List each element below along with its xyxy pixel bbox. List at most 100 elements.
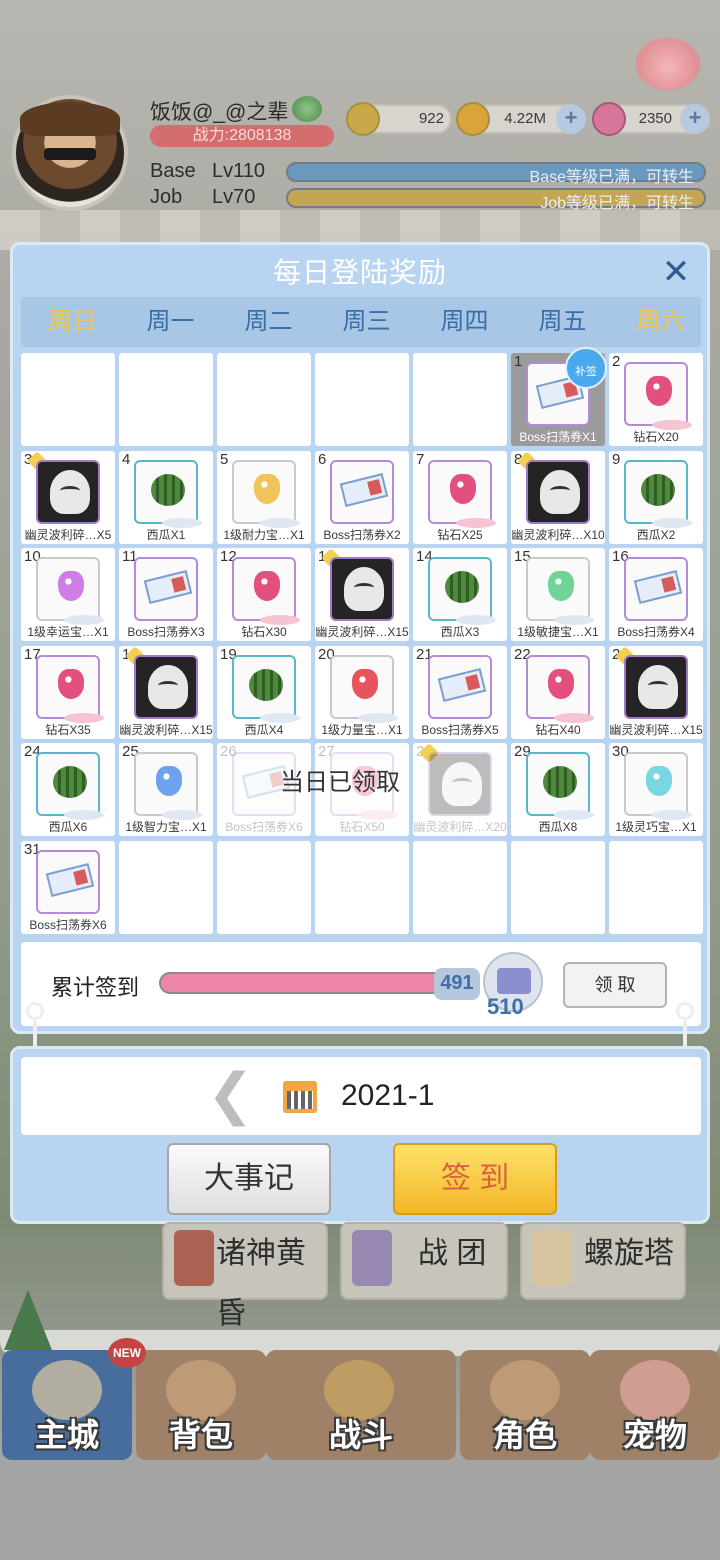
previous-month-icon[interactable]: ❮ [207, 1063, 254, 1125]
diamond-currency: 2350 + [592, 102, 710, 136]
nav-pet[interactable]: 宠物 [590, 1350, 720, 1460]
calendar-empty-cell [119, 841, 213, 934]
spiral-tower-button[interactable]: 螺旋塔 [520, 1222, 686, 1300]
accumulated-signin-panel: 累计签到 491 510 领 取 [21, 942, 701, 1026]
month-selector: ❮ 2021-1 [21, 1057, 701, 1135]
calendar-day-5[interactable]: 5 1级耐力宝…X1 [217, 450, 311, 544]
nav-backpack-label: 背包 [168, 1417, 233, 1453]
close-icon[interactable]: ✕ [659, 255, 693, 289]
add-diamond-button[interactable]: + [680, 104, 710, 134]
reward-label: 西瓜X1 [146, 527, 186, 542]
calendar-empty-cell [21, 353, 115, 446]
ghost-poring-icon [442, 762, 482, 807]
day-number: 1 [514, 353, 523, 370]
ragnarok-button[interactable]: 诸神黄昏 [162, 1222, 328, 1330]
weekday-tue: 周二 [244, 308, 293, 335]
nav-character[interactable]: 角色 [460, 1350, 590, 1460]
reward-item-frame [36, 752, 104, 821]
calendar-day-30[interactable]: 30 1级灵巧宝…X1 [609, 743, 703, 837]
calendar-day-10[interactable]: 10 1级幸运宝…X1 [21, 548, 115, 642]
calendar-empty-cell [119, 353, 213, 446]
ghost-poring-icon [638, 664, 678, 709]
base-level: Lv110 [212, 160, 266, 182]
nav-battle-label: 战斗 [328, 1417, 393, 1453]
calendar-day-19[interactable]: 19 西瓜X4 [217, 645, 311, 739]
gold-currency: 4.22M + [456, 102, 586, 136]
current-month: 2021-1 [341, 1079, 435, 1112]
reward-item-frame [134, 459, 202, 528]
month-panel: ❮ 2021-1 大事记 签 到 [10, 1046, 710, 1224]
calendar-day-28[interactable]: 28幽灵波利碎…X20 [413, 743, 507, 837]
reward-item-frame [624, 557, 688, 622]
history-button[interactable]: 大事记 [167, 1143, 331, 1215]
nav-main-city-label: 主城 [34, 1417, 99, 1453]
calendar-day-29[interactable]: 29 西瓜X8 [511, 743, 605, 837]
makeup-signin-badge[interactable]: 补签 [565, 347, 607, 389]
reward-label: 西瓜X2 [636, 527, 676, 542]
calendar-day-25[interactable]: 25 1级智力宝…X1 [119, 743, 213, 837]
calendar-day-16[interactable]: 16 Boss扫荡券X4 [609, 548, 703, 642]
new-badge: NEW [108, 1338, 146, 1368]
calendar-empty-cell [217, 353, 311, 446]
calendar-day-2[interactable]: 2 钻石X20 [609, 353, 703, 446]
reward-label: 1级幸运宝…X1 [27, 625, 109, 640]
reward-label: 1级力量宝…X1 [321, 722, 403, 737]
calendar-day-11[interactable]: 11 Boss扫荡券X3 [119, 548, 213, 642]
nav-character-label: 角色 [492, 1417, 557, 1453]
calendar-day-14[interactable]: 14 西瓜X3 [413, 548, 507, 642]
job-label: Job [150, 186, 183, 208]
banner-icon [174, 1230, 214, 1286]
nav-battle[interactable]: 战斗 [266, 1350, 456, 1460]
calendar-day-17[interactable]: 17 钻石X35 [21, 645, 115, 739]
calendar-day-8[interactable]: 8幽灵波利碎…X10 [511, 450, 605, 544]
reward-label: 西瓜X3 [440, 625, 480, 640]
reward-label: 幽灵波利碎…X15 [315, 625, 409, 640]
reward-label: Boss扫荡券X2 [323, 527, 401, 542]
calendar-day-9[interactable]: 9 西瓜X2 [609, 450, 703, 544]
nav-backpack[interactable]: 背包 [136, 1350, 266, 1460]
claimed-notice: 当日已领取 [280, 769, 400, 796]
reward-item-frame [330, 654, 398, 723]
reward-label: 西瓜X4 [244, 722, 284, 737]
nav-main-city[interactable]: 主城 [2, 1350, 132, 1460]
calendar-empty-cell [609, 841, 703, 934]
job-exp-note: Job等级已满，可转生 [540, 195, 694, 212]
gold-value: 4.22M [504, 110, 546, 127]
calendar-day-3[interactable]: 3幽灵波利碎…X5 [21, 450, 115, 544]
calendar-day-7[interactable]: 7 钻石X25 [413, 450, 507, 544]
calendar-day-6[interactable]: 6 Boss扫荡券X2 [315, 450, 409, 544]
ghost-poring-icon [344, 567, 384, 612]
calendar-empty-cell [413, 353, 507, 446]
gem-stone-icon [156, 766, 182, 797]
calendar-day-12[interactable]: 12 钻石X30 [217, 548, 311, 642]
calendar-day-18[interactable]: 18幽灵波利碎…X15 [119, 645, 213, 739]
calendar-day-21[interactable]: 21 Boss扫荡券X5 [413, 645, 507, 739]
calendar-day-24[interactable]: 24 西瓜X6 [21, 743, 115, 837]
guild-button[interactable]: 战 团 [340, 1222, 508, 1300]
reward-item-frame [36, 850, 100, 914]
reward-item-frame [134, 752, 202, 821]
background-bottom-area [0, 1460, 720, 1560]
reward-label: 幽灵波利碎…X20 [413, 820, 507, 835]
calendar-day-13[interactable]: 13幽灵波利碎…X15 [315, 548, 409, 642]
signin-button[interactable]: 签 到 [393, 1143, 557, 1215]
calendar-day-4[interactable]: 4 西瓜X1 [119, 450, 213, 544]
diamond-value: 2350 [638, 110, 672, 127]
calendar-day-15[interactable]: 15 1级敏捷宝…X1 [511, 548, 605, 642]
day-number: 6 [318, 450, 327, 468]
zeny-value: 922 [418, 110, 444, 127]
calendar-day-20[interactable]: 20 1级力量宝…X1 [315, 645, 409, 739]
pet-shortcut-icon[interactable] [636, 38, 700, 90]
claim-accumulated-button[interactable]: 领 取 [563, 962, 667, 1008]
add-gold-button[interactable]: + [556, 104, 586, 134]
reward-label: 西瓜X8 [538, 820, 578, 835]
calendar-day-22[interactable]: 22 钻石X40 [511, 645, 605, 739]
calendar-empty-cell [217, 841, 311, 934]
calendar-day-1[interactable]: 1 补签 Boss扫荡券X1 [511, 347, 607, 446]
diamond-gem-icon [254, 571, 280, 602]
reward-label: 幽灵波利碎…X5 [24, 527, 112, 542]
calendar-day-23[interactable]: 23幽灵波利碎…X15 [609, 645, 703, 739]
base-exp-bar: Base等级已满，可转生 [286, 162, 706, 186]
reward-label: 1级灵巧宝…X1 [615, 820, 697, 835]
calendar-day-31[interactable]: 31 Boss扫荡券X6 [21, 841, 115, 934]
